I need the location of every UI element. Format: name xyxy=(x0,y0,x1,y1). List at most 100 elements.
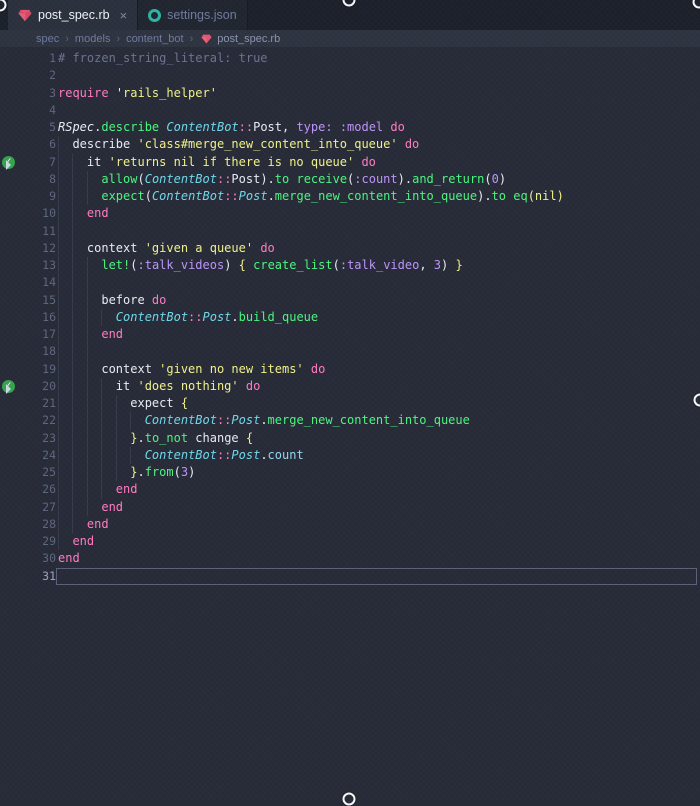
code-line-content[interactable] xyxy=(56,102,697,119)
line-number: 26 xyxy=(18,481,56,498)
test-passed-icon[interactable]: ✓ xyxy=(2,380,15,393)
code-line-content[interactable]: end xyxy=(56,481,697,498)
indent-guide xyxy=(58,171,59,188)
gutter xyxy=(0,568,18,585)
code-line[interactable]: 18 xyxy=(0,343,700,360)
tab-settings-json[interactable]: settings.json xyxy=(138,0,247,30)
indent-guide xyxy=(72,257,73,274)
code-token xyxy=(58,500,101,514)
code-line-content[interactable]: before do xyxy=(56,292,697,309)
line-number: 16 xyxy=(18,309,56,326)
code-line-content[interactable]: let!(:talk_videos) { create_list(:talk_v… xyxy=(56,257,697,274)
indent-guide xyxy=(58,240,59,257)
code-line[interactable]: ✓7 it 'returns nil if there is no queue'… xyxy=(0,154,700,171)
code-line-content[interactable]: ContentBot::Post.build_queue xyxy=(56,309,697,326)
gutter xyxy=(0,119,18,136)
code-line-content[interactable]: expect(ContentBot::Post.merge_new_conten… xyxy=(56,188,697,205)
code-line[interactable]: 16 ContentBot::Post.build_queue xyxy=(0,309,700,326)
code-line-content[interactable] xyxy=(56,67,697,84)
code-line[interactable]: 27 end xyxy=(0,499,700,516)
indent-guide xyxy=(58,412,59,429)
code-token: { xyxy=(181,396,188,410)
code-token xyxy=(58,327,101,341)
code-token: end xyxy=(58,551,80,565)
gutter xyxy=(0,102,18,119)
indent-guide xyxy=(58,136,59,153)
code-line[interactable]: 9 expect(ContentBot::Post.merge_new_cont… xyxy=(0,188,700,205)
code-token: Post xyxy=(253,120,282,134)
code-line-content[interactable]: RSpec.describe ContentBot::Post, type: :… xyxy=(56,119,697,136)
indent-guide xyxy=(101,412,102,429)
code-line[interactable]: 31 xyxy=(0,568,700,585)
code-line[interactable]: 19 context 'given no new items' do xyxy=(0,361,700,378)
code-line[interactable]: 17 end xyxy=(0,326,700,343)
code-line[interactable]: 15 before do xyxy=(0,292,700,309)
code-line-content[interactable]: ContentBot::Post.count xyxy=(56,447,697,464)
breadcrumb-content-bot[interactable]: content_bot xyxy=(126,33,184,45)
code-line[interactable]: 6 describe 'class#merge_new_content_into… xyxy=(0,136,700,153)
indent-guide xyxy=(58,326,59,343)
code-line-content[interactable]: describe 'class#merge_new_content_into_q… xyxy=(56,136,697,153)
code-line-content[interactable]: context 'given a queue' do xyxy=(56,240,697,257)
code-line-content[interactable] xyxy=(56,274,697,291)
code-line-content[interactable]: }.from(3) xyxy=(56,464,697,481)
indent-guide xyxy=(58,378,59,395)
code-line[interactable]: 11 xyxy=(0,223,700,240)
code-token xyxy=(58,258,101,272)
code-line[interactable]: 5RSpec.describe ContentBot::Post, type: … xyxy=(0,119,700,136)
code-token: ContentBot xyxy=(145,172,217,186)
code-line[interactable]: 13 let!(:talk_videos) { create_list(:tal… xyxy=(0,257,700,274)
code-line-content[interactable] xyxy=(56,568,697,585)
code-line-content[interactable]: context 'given no new items' do xyxy=(56,361,697,378)
indent-guide xyxy=(116,430,117,447)
code-editor[interactable]: 1# frozen_string_literal: true23require … xyxy=(0,47,700,803)
code-line[interactable]: 23 }.to_not change { xyxy=(0,430,700,447)
indent-guide xyxy=(58,205,59,222)
code-line[interactable]: 2 xyxy=(0,67,700,84)
selection-handle-bottom-center[interactable] xyxy=(343,793,356,806)
code-line-content[interactable]: end xyxy=(56,550,697,567)
code-line[interactable]: 10 end xyxy=(0,205,700,222)
code-line-content[interactable]: }.to_not change { xyxy=(56,430,697,447)
code-line[interactable]: 26 end xyxy=(0,481,700,498)
code-line[interactable]: 14 xyxy=(0,274,700,291)
code-line-content[interactable] xyxy=(56,343,697,360)
tab-post-spec[interactable]: post_spec.rb × xyxy=(8,0,138,30)
code-line-content[interactable]: allow(ContentBot::Post).to receive(:coun… xyxy=(56,171,697,188)
test-passed-icon[interactable]: ✓ xyxy=(2,156,15,169)
code-line-content[interactable]: require 'rails_helper' xyxy=(56,85,697,102)
code-line-content[interactable]: # frozen_string_literal: true xyxy=(56,50,697,67)
breadcrumb-spec[interactable]: spec xyxy=(36,33,59,45)
indent-guide xyxy=(87,257,88,274)
code-line[interactable]: 30end xyxy=(0,550,700,567)
code-line[interactable]: 3require 'rails_helper' xyxy=(0,85,700,102)
indent-guide xyxy=(87,343,88,360)
code-line[interactable]: 4 xyxy=(0,102,700,119)
indent-guide xyxy=(58,464,59,481)
selection-handle-right-middle[interactable] xyxy=(694,394,700,407)
code-line-content[interactable]: end xyxy=(56,516,697,533)
code-token: (nil) xyxy=(528,189,564,203)
code-line-content[interactable]: expect { xyxy=(56,395,697,412)
code-line-content[interactable]: end xyxy=(56,499,697,516)
code-line[interactable]: 22 ContentBot::Post.merge_new_content_in… xyxy=(0,412,700,429)
code-line[interactable]: 12 context 'given a queue' do xyxy=(0,240,700,257)
code-line[interactable]: 8 allow(ContentBot::Post).to receive(:co… xyxy=(0,171,700,188)
code-line-content[interactable]: end xyxy=(56,533,697,550)
code-line-content[interactable]: ContentBot::Post.merge_new_content_into_… xyxy=(56,412,697,429)
code-line-content[interactable]: end xyxy=(56,205,697,222)
code-line[interactable]: 29 end xyxy=(0,533,700,550)
code-line-content[interactable] xyxy=(56,223,697,240)
code-line[interactable]: ✓20 it 'does nothing' do xyxy=(0,378,700,395)
code-line[interactable]: 28 end xyxy=(0,516,700,533)
breadcrumb-models[interactable]: models xyxy=(75,33,110,45)
code-line-content[interactable]: end xyxy=(56,326,697,343)
code-line[interactable]: 24 ContentBot::Post.count xyxy=(0,447,700,464)
code-line[interactable]: 21 expect { xyxy=(0,395,700,412)
breadcrumb-file[interactable]: post_spec.rb xyxy=(217,33,280,45)
code-line-content[interactable]: it 'does nothing' do xyxy=(56,378,697,395)
code-line-content[interactable]: it 'returns nil if there is no queue' do xyxy=(56,154,697,171)
code-line[interactable]: 1# frozen_string_literal: true xyxy=(0,50,700,67)
close-icon[interactable]: × xyxy=(120,9,128,22)
code-line[interactable]: 25 }.from(3) xyxy=(0,464,700,481)
